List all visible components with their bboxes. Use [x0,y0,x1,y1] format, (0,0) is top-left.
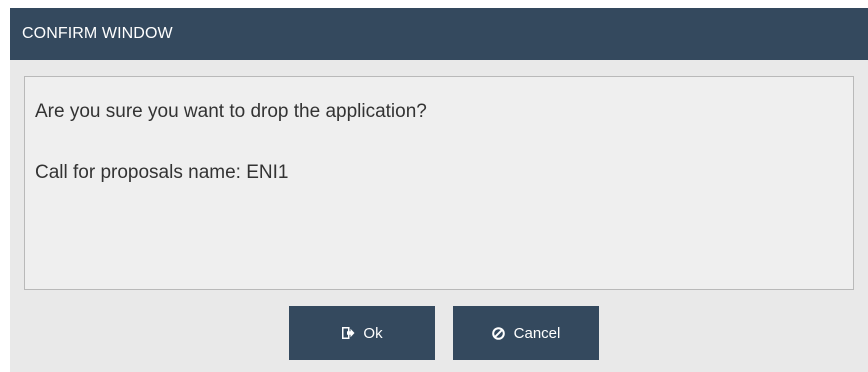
cancel-button-label: Cancel [513,324,561,342]
ban-icon [492,326,506,340]
ok-button[interactable]: Ok [289,306,435,360]
cancel-button[interactable]: Cancel [453,306,599,360]
dialog-title: CONFIRM WINDOW [22,25,173,42]
proposal-name-text: Call for proposals name: ENI1 [35,162,289,183]
button-row: Ok Cancel [10,306,868,362]
confirm-question: Are you sure you want to drop the applic… [35,101,427,122]
dialog-titlebar: CONFIRM WINDOW [10,8,868,60]
confirm-dialog: CONFIRM WINDOW Are you sure you want to … [10,8,868,372]
sign-out-icon [341,326,355,340]
dialog-body: Are you sure you want to drop the applic… [10,60,868,372]
message-box: Are you sure you want to drop the applic… [24,76,854,290]
ok-button-label: Ok [363,324,383,342]
